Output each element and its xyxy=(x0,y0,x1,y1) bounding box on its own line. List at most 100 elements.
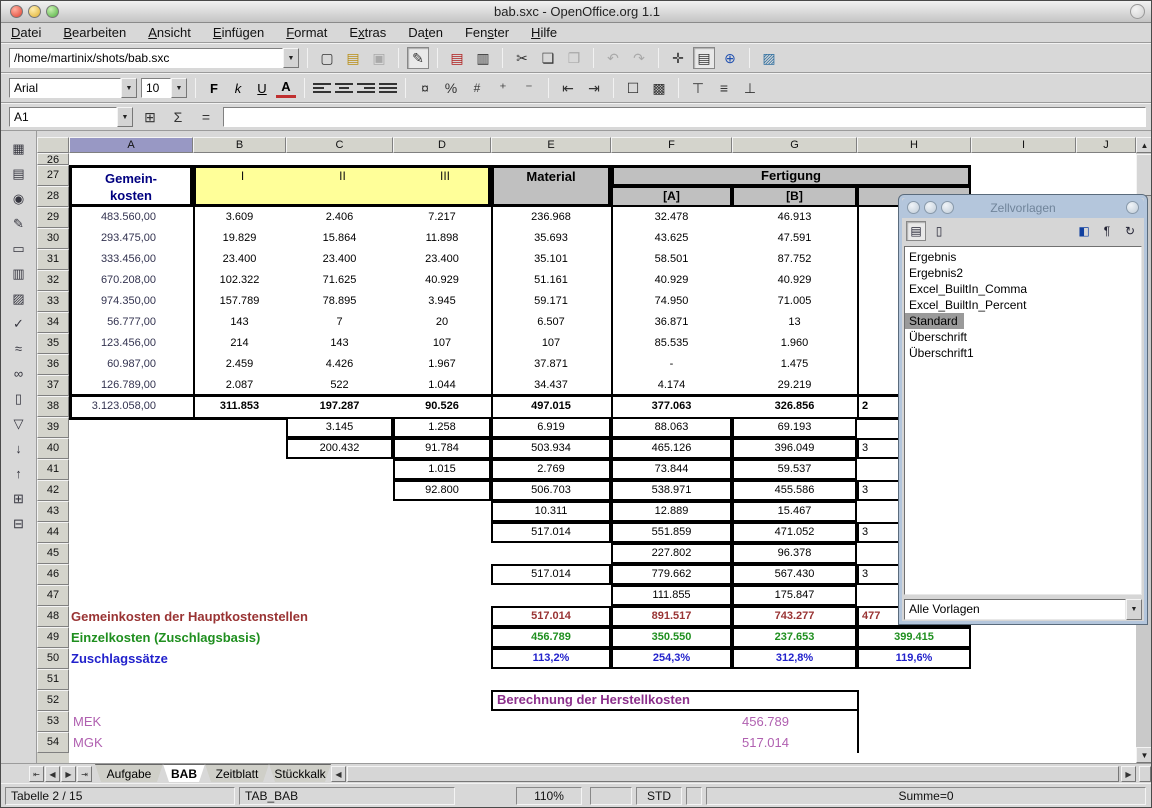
header-material[interactable]: Material xyxy=(491,165,611,207)
row-header-50[interactable]: 50 xyxy=(37,648,69,669)
cell-styles-icon[interactable]: ▤ xyxy=(906,221,926,241)
cell-D37[interactable]: 1.044 xyxy=(393,375,491,396)
cell-F54-mgk-value[interactable]: 517.014 xyxy=(611,732,789,753)
cell-C40[interactable]: 200.432 xyxy=(286,438,393,459)
cell-D31[interactable]: 23.400 xyxy=(393,249,491,270)
sheet-tab-bab[interactable]: BAB xyxy=(163,764,205,782)
cell-F48[interactable]: 891.517 xyxy=(611,606,732,627)
cell-B30[interactable]: 19.829 xyxy=(193,228,286,249)
cell-B31[interactable]: 23.400 xyxy=(193,249,286,270)
column-header-H[interactable]: H xyxy=(857,137,971,153)
header-sub-b[interactable]: [B] xyxy=(732,186,857,207)
update-style-icon[interactable]: ↻ xyxy=(1120,221,1140,241)
status-mode[interactable]: STD xyxy=(636,787,682,805)
style-item-ergebnis2[interactable]: Ergebnis2 xyxy=(905,265,1141,281)
column-header-D[interactable]: D xyxy=(393,137,491,153)
row-header-35[interactable]: 35 xyxy=(37,333,69,354)
vertical-scroll-thumb[interactable] xyxy=(1136,154,1152,196)
cell-G42[interactable]: 455.586 xyxy=(732,480,857,501)
row-header-30[interactable]: 30 xyxy=(37,228,69,249)
cell-B38[interactable]: 311.853 xyxy=(193,396,286,417)
font-size-dropdown-icon[interactable]: ▼ xyxy=(171,78,187,98)
cell-G32[interactable]: 40.929 xyxy=(732,270,857,291)
hyperlink-icon[interactable]: ⊕ xyxy=(719,47,741,69)
cell-G47[interactable]: 175.847 xyxy=(732,585,857,606)
font-name-input[interactable] xyxy=(9,78,121,98)
cell-F46[interactable]: 779.662 xyxy=(611,564,732,585)
number-format-standard-icon[interactable]: # xyxy=(466,77,488,99)
row-header-48[interactable]: 48 xyxy=(37,606,69,627)
row-header-33[interactable]: 33 xyxy=(37,291,69,312)
cell-C30[interactable]: 15.864 xyxy=(286,228,393,249)
cell-A31[interactable]: 333.456,00 xyxy=(69,249,193,270)
style-filter-dropdown-icon[interactable]: ▼ xyxy=(1126,599,1142,620)
last-sheet-icon[interactable]: ⇥ xyxy=(77,766,92,782)
cell-F38[interactable]: 377.063 xyxy=(611,396,732,417)
cell-D33[interactable]: 3.945 xyxy=(393,291,491,312)
cell-E37[interactable]: 34.437 xyxy=(491,375,611,396)
cell-A30[interactable]: 293.475,00 xyxy=(69,228,193,249)
row-header-39[interactable]: 39 xyxy=(37,417,69,438)
status-sum[interactable]: Summe=0 xyxy=(706,787,1146,805)
cell-A36[interactable]: 60.987,00 xyxy=(69,354,193,375)
cell-F36[interactable]: - xyxy=(611,354,732,375)
first-sheet-icon[interactable]: ⇤ xyxy=(29,766,44,782)
cell-C39[interactable]: 3.145 xyxy=(286,417,393,438)
cell-C33[interactable]: 78.895 xyxy=(286,291,393,312)
scroll-right-icon[interactable]: ▶ xyxy=(1121,766,1136,782)
row-header-29[interactable]: 29 xyxy=(37,207,69,228)
cell-H50[interactable]: 119,6% xyxy=(857,648,971,669)
menu-bearbeiten[interactable]: Bearbeiten xyxy=(63,25,126,40)
cell-F37[interactable]: 4.174 xyxy=(611,375,732,396)
autospellcheck-icon[interactable]: ≈ xyxy=(6,337,32,360)
label-gemeinkosten-hauptkostenstellen[interactable]: Gemeinkosten der Hauptkostenstellen xyxy=(71,606,491,627)
cell-B34[interactable]: 143 xyxy=(193,312,286,333)
menu-format[interactable]: Format xyxy=(286,25,327,40)
autoformat-icon[interactable]: ▥ xyxy=(6,262,32,285)
cell-A35[interactable]: 123.456,00 xyxy=(69,333,193,354)
cell-D35[interactable]: 107 xyxy=(393,333,491,354)
row-header-51[interactable]: 51 xyxy=(37,669,69,690)
cell-E46[interactable]: 517.014 xyxy=(491,564,611,585)
menu-ansicht[interactable]: Ansicht xyxy=(148,25,191,40)
print-icon[interactable]: ▥ xyxy=(472,47,494,69)
previous-sheet-icon[interactable]: ◀ xyxy=(45,766,60,782)
background-color-icon[interactable]: ▩ xyxy=(648,77,670,99)
insert-object-icon[interactable]: ◉ xyxy=(6,187,32,210)
row-header-31[interactable]: 31 xyxy=(37,249,69,270)
row-header-28[interactable]: 28 xyxy=(37,186,69,207)
cell-D36[interactable]: 1.967 xyxy=(393,354,491,375)
insert-icon[interactable]: ▦ xyxy=(6,137,32,160)
cell-B36[interactable]: 2.459 xyxy=(193,354,286,375)
horizontal-scrollbar[interactable] xyxy=(347,766,1121,782)
column-header-B[interactable]: B xyxy=(193,137,286,153)
cell-F42[interactable]: 538.971 xyxy=(611,480,732,501)
style-item-excel_builtin_percent[interactable]: Excel_BuiltIn_Percent xyxy=(905,297,1141,313)
cell-F50[interactable]: 254,3% xyxy=(611,648,732,669)
cell-D42[interactable]: 92.800 xyxy=(393,480,491,501)
scroll-down-icon[interactable]: ▼ xyxy=(1136,747,1152,763)
cell-C32[interactable]: 71.625 xyxy=(286,270,393,291)
cell-H49[interactable]: 399.415 xyxy=(857,627,971,648)
cell-F43[interactable]: 12.889 xyxy=(611,501,732,522)
herstellkosten-title-box[interactable]: Berechnung der Herstellkosten xyxy=(491,690,859,711)
number-format-percent-icon[interactable]: % xyxy=(440,77,462,99)
stylist-title-bar[interactable]: Zellvorlagen xyxy=(902,198,1144,218)
delete-decimal-icon[interactable]: ⁻ xyxy=(518,77,540,99)
cell-G50[interactable]: 312,8% xyxy=(732,648,857,669)
cell-E32[interactable]: 51.161 xyxy=(491,270,611,291)
font-size-combobox[interactable]: ▼ xyxy=(141,78,187,98)
cell-reference-input[interactable] xyxy=(9,107,117,127)
cell-A37[interactable]: 126.789,00 xyxy=(69,375,193,396)
column-header-I[interactable]: I xyxy=(971,137,1076,153)
cell-C34[interactable]: 7 xyxy=(286,312,393,333)
cell-C37[interactable]: 522 xyxy=(286,375,393,396)
cell-F31[interactable]: 58.501 xyxy=(611,249,732,270)
row-header-41[interactable]: 41 xyxy=(37,459,69,480)
align-center-icon[interactable] xyxy=(335,80,353,96)
datasources-icon[interactable]: ▯ xyxy=(6,387,32,410)
cell-B33[interactable]: 157.789 xyxy=(193,291,286,312)
cell-F33[interactable]: 74.950 xyxy=(611,291,732,312)
cell-B35[interactable]: 214 xyxy=(193,333,286,354)
cell-F40[interactable]: 465.126 xyxy=(611,438,732,459)
